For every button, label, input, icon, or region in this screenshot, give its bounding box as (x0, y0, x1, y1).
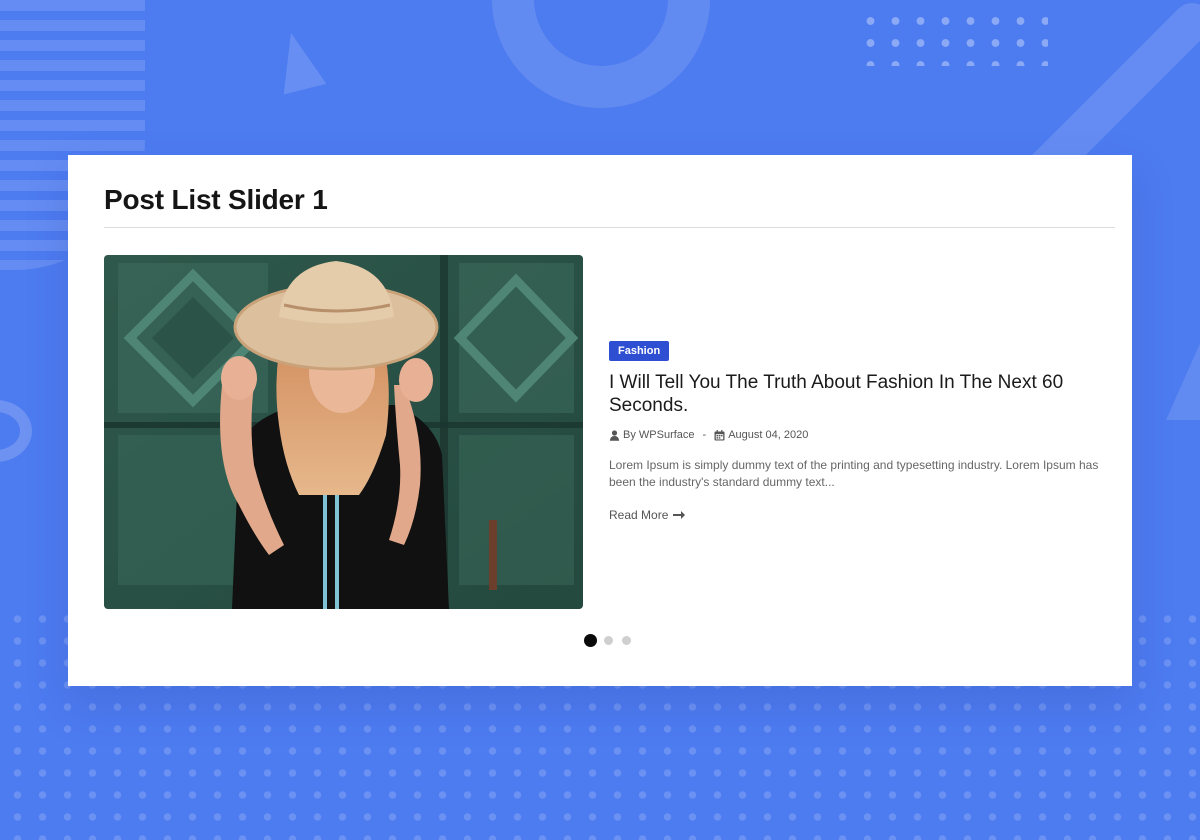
arrow-right-icon (673, 511, 686, 519)
post-title[interactable]: I Will Tell You The Truth About Fashion … (609, 371, 1099, 417)
post-featured-image[interactable] (104, 255, 583, 609)
title-divider (104, 227, 1115, 228)
post-excerpt: Lorem Ipsum is simply dummy text of the … (609, 458, 1099, 489)
triangle-decoration (269, 27, 327, 95)
dot-grid-decoration (858, 10, 1048, 66)
category-badge[interactable]: Fashion (609, 341, 670, 361)
slider-pagination (584, 634, 640, 647)
slider-dot-1[interactable] (584, 634, 597, 647)
slider-dot-3[interactable] (622, 636, 631, 645)
post-meta: By WPSurface - August 04, 2020 (609, 429, 1099, 441)
post-author[interactable]: By WPSurface (623, 429, 695, 441)
read-more-link[interactable]: Read More (609, 508, 686, 522)
post-date[interactable]: August 04, 2020 (728, 429, 808, 441)
ring-decoration (492, 0, 710, 108)
post-content: Fashion I Will Tell You The Truth About … (609, 341, 1099, 524)
small-ring-decoration (0, 400, 32, 462)
right-triangle-decoration (1166, 330, 1200, 420)
widget-title: Post List Slider 1 (104, 184, 328, 215)
post-list-slider-card: Post List Slider 1 Fashion I Will Tell Y… (68, 155, 1132, 686)
slider-dot-2[interactable] (604, 636, 613, 645)
calendar-icon (714, 429, 725, 441)
meta-separator: - (702, 429, 707, 441)
user-icon (609, 429, 620, 441)
read-more-label: Read More (609, 508, 669, 522)
